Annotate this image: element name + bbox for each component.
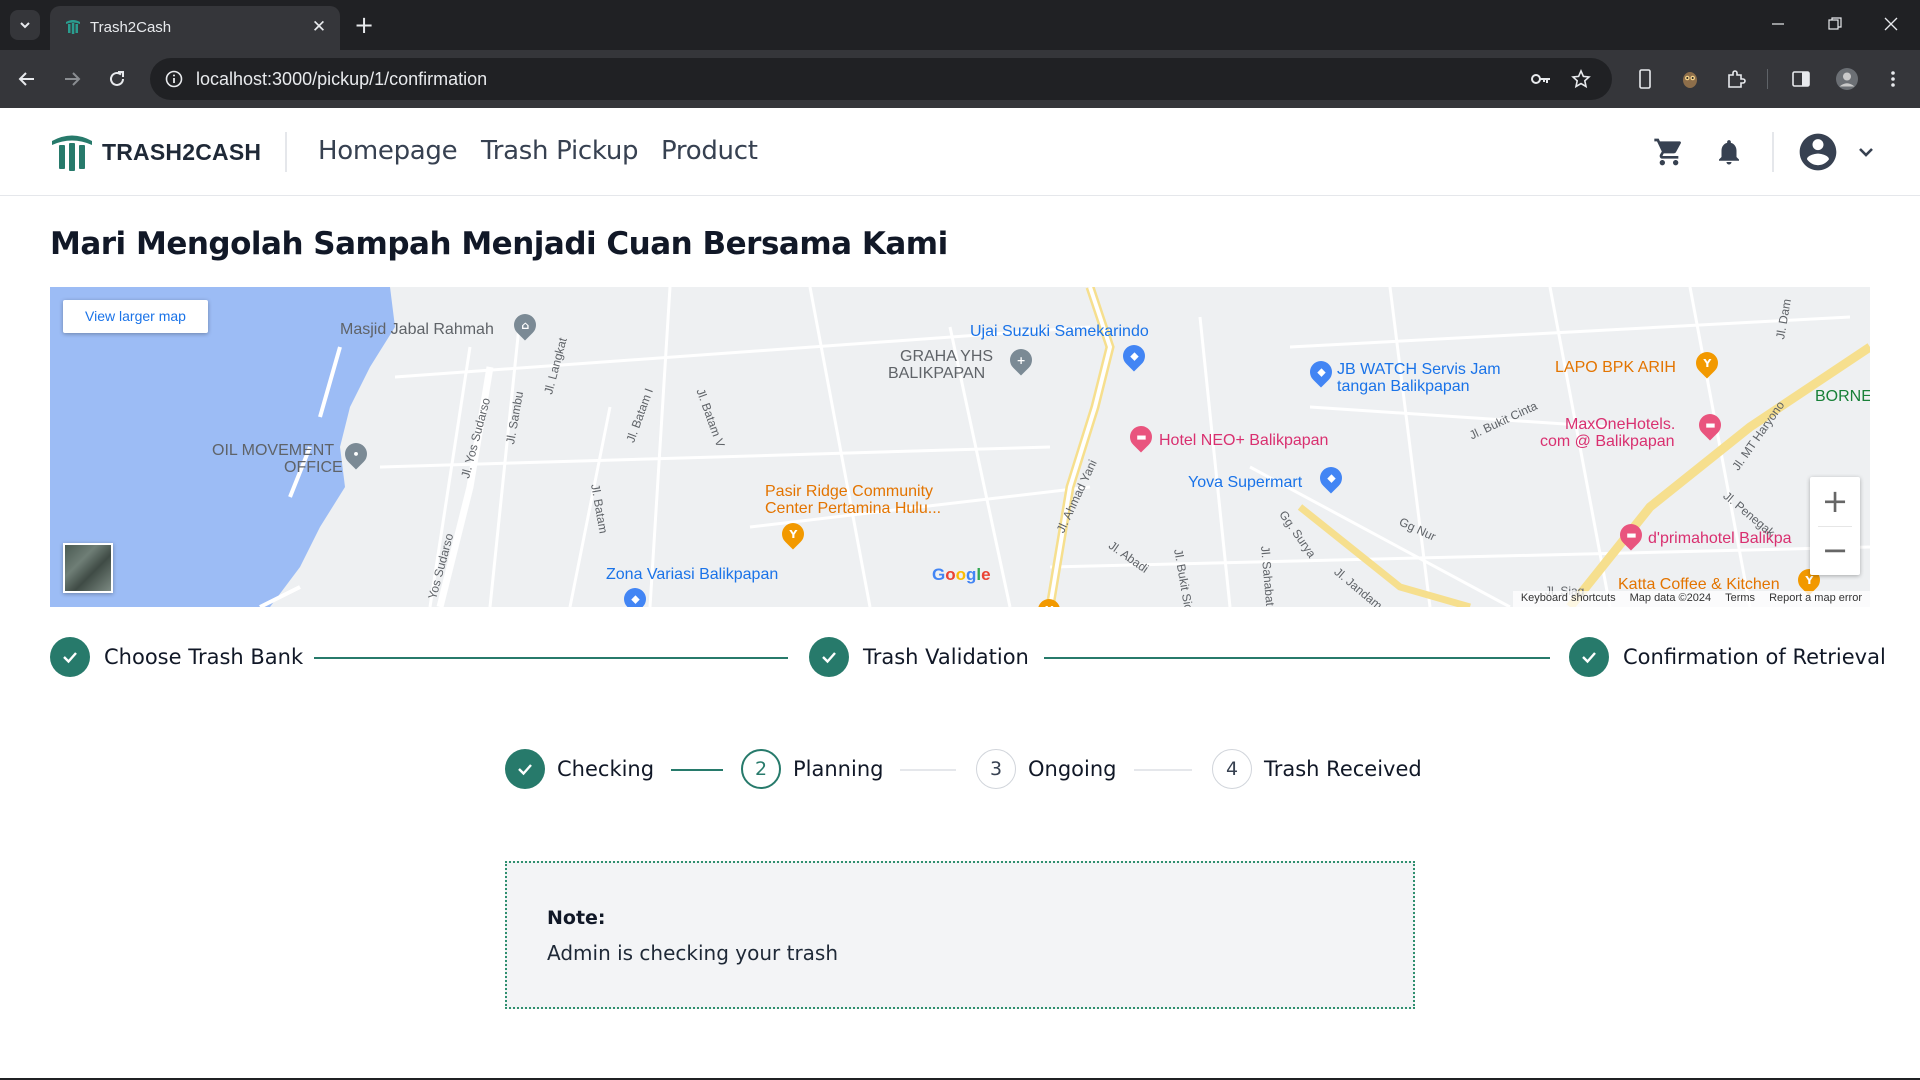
new-tab-icon[interactable]: + xyxy=(350,11,378,39)
tab-search-button[interactable] xyxy=(10,10,40,40)
toolbar-divider xyxy=(1767,69,1768,89)
substep-trash-received: 4 Trash Received xyxy=(1212,749,1422,789)
substep-label: Ongoing xyxy=(1028,757,1117,781)
note-text: Admin is checking your trash xyxy=(547,941,839,965)
map-label-lapo[interactable]: LAPO BPK ARIH xyxy=(1555,359,1676,376)
map-label-masjid[interactable]: Masjid Jabal Rahmah xyxy=(340,321,494,338)
satellite-toggle-button[interactable] xyxy=(63,543,113,593)
map-label-ujai[interactable]: Ujai Suzuki Samekarindo xyxy=(970,323,1149,340)
map-zoom-controls: + − xyxy=(1810,477,1860,575)
url-text[interactable]: localhost:3000/pickup/1/confirmation xyxy=(196,69,487,90)
step-trash-validation: Trash Validation xyxy=(809,637,1029,677)
tab-title: Trash2Cash xyxy=(90,19,172,36)
brand-logo[interactable]: TRASH2CASH xyxy=(50,132,261,172)
map-label-borne[interactable]: BORNE xyxy=(1815,388,1870,405)
reload-icon[interactable] xyxy=(102,64,132,94)
chevron-down-icon[interactable] xyxy=(1848,134,1884,170)
google-logo: Google xyxy=(932,565,991,584)
map-label-pasir-1[interactable]: Pasir Ridge Community xyxy=(765,483,933,500)
close-window-icon[interactable] xyxy=(1862,0,1920,48)
substep-ongoing: 3 Ongoing xyxy=(976,749,1117,789)
substep-label: Checking xyxy=(557,757,655,781)
zoom-in-button[interactable]: + xyxy=(1810,477,1860,526)
step-choose-trash-bank: Choose Trash Bank xyxy=(50,637,303,677)
step-confirmation-of-retrieval: Confirmation of Retrieval xyxy=(1569,637,1886,677)
map-label-oil-2[interactable]: OFFICE xyxy=(284,459,343,476)
substep-number: 2 xyxy=(741,749,781,789)
map-label-hotel-neo[interactable]: Hotel NEO+ Balikpapan xyxy=(1159,432,1328,449)
status-note: Note: Admin is checking your trash xyxy=(505,861,1415,1009)
nav-link-homepage[interactable]: Homepage xyxy=(318,136,458,166)
substep-number: 4 xyxy=(1212,749,1252,789)
map-label-pasir-2[interactable]: Center Pertamina Hulu... xyxy=(765,500,941,517)
check-icon xyxy=(1569,637,1609,677)
trash2cash-logo-icon xyxy=(52,135,92,171)
map-label-yova[interactable]: Yova Supermart xyxy=(1188,474,1302,491)
map-label-jb-1[interactable]: JB WATCH Servis Jam xyxy=(1337,361,1501,378)
map-label-graha-1[interactable]: GRAHA YHS xyxy=(900,348,993,365)
substep-connector xyxy=(900,769,956,771)
site-info-icon[interactable] xyxy=(162,67,186,91)
address-bar[interactable]: localhost:3000/pickup/1/confirmation xyxy=(150,58,1612,100)
terms-link[interactable]: Terms xyxy=(1725,592,1755,606)
chevron-down-icon xyxy=(20,22,30,29)
view-larger-map-button[interactable]: View larger map xyxy=(63,300,208,333)
extensions-puzzle-icon[interactable] xyxy=(1723,66,1749,92)
map-footer: Keyboard shortcuts Map data ©2024 Terms … xyxy=(1512,591,1870,607)
map-label-oil-1[interactable]: OIL MOVEMENT xyxy=(212,442,334,459)
user-icon[interactable] xyxy=(1796,130,1840,174)
zoom-out-button[interactable]: − xyxy=(1810,526,1860,575)
nav-link-trash-pickup[interactable]: Trash Pickup xyxy=(481,136,639,166)
page-title: Mari Mengolah Sampah Menjadi Cuan Bersam… xyxy=(50,226,948,262)
map-data-text: Map data ©2024 xyxy=(1629,592,1712,604)
note-title: Note: xyxy=(547,907,606,929)
browser-tabbar: Trash2Cash ✕ + xyxy=(0,0,1920,50)
forward-arrow-icon[interactable] xyxy=(57,64,87,94)
bell-icon[interactable] xyxy=(1711,134,1747,170)
brand-name: TRASH2CASH xyxy=(102,138,262,165)
stepper-connector xyxy=(314,657,788,659)
substep-label: Trash Received xyxy=(1264,757,1422,781)
keyboard-shortcuts-link[interactable]: Keyboard shortcuts xyxy=(1521,592,1616,606)
map-label-jb-2[interactable]: tangan Balikpapan xyxy=(1337,378,1470,395)
back-arrow-icon[interactable] xyxy=(12,64,42,94)
check-icon xyxy=(50,637,90,677)
phone-extension-icon[interactable] xyxy=(1632,66,1658,92)
check-icon xyxy=(809,637,849,677)
restore-icon[interactable] xyxy=(1806,0,1864,48)
password-key-icon[interactable] xyxy=(1529,67,1553,91)
check-icon xyxy=(505,749,545,789)
google-map[interactable]: View larger map Masjid Jabal Rahmah ⌂ Uj… xyxy=(50,287,1870,607)
header-divider xyxy=(285,132,287,172)
nav-link-product[interactable]: Product xyxy=(661,136,758,166)
tab-close-icon[interactable]: ✕ xyxy=(308,16,330,38)
report-map-error-link[interactable]: Report a map error xyxy=(1769,592,1862,606)
side-panel-icon[interactable] xyxy=(1788,66,1814,92)
browser-menu-icon[interactable] xyxy=(1880,66,1906,92)
substep-number: 3 xyxy=(976,749,1016,789)
trash2cash-favicon-icon xyxy=(66,20,80,34)
map-label-maxone-1[interactable]: MaxOneHotels. xyxy=(1565,416,1675,433)
substep-planning: 2 Planning xyxy=(741,749,883,789)
map-label-graha-2[interactable]: BALIKPAPAN xyxy=(888,365,985,382)
profile-avatar-icon[interactable] xyxy=(1834,66,1860,92)
cart-icon[interactable] xyxy=(1651,134,1687,170)
substep-label: Planning xyxy=(793,757,884,781)
minimize-icon[interactable] xyxy=(1749,0,1807,48)
step-label: Trash Validation xyxy=(863,645,1029,669)
owl-extension-icon[interactable] xyxy=(1677,66,1703,92)
step-label: Choose Trash Bank xyxy=(104,645,304,669)
header-divider-right xyxy=(1772,132,1774,172)
stepper-connector xyxy=(1044,657,1550,659)
app-header: TRASH2CASH Homepage Trash Pickup Product xyxy=(0,108,1920,196)
map-label-maxone-2[interactable]: com @ Balikpapan xyxy=(1540,433,1675,450)
substep-connector-done xyxy=(671,769,723,771)
substep-connector xyxy=(1134,769,1192,771)
browser-toolbar: localhost:3000/pickup/1/confirmation xyxy=(0,50,1920,108)
substep-checking: Checking xyxy=(505,749,654,789)
bookmark-star-icon[interactable] xyxy=(1569,67,1593,91)
browser-tab-active[interactable]: Trash2Cash ✕ xyxy=(50,6,340,50)
step-label: Confirmation of Retrieval xyxy=(1623,645,1886,669)
map-label-zona[interactable]: Zona Variasi Balikpapan xyxy=(606,566,778,583)
